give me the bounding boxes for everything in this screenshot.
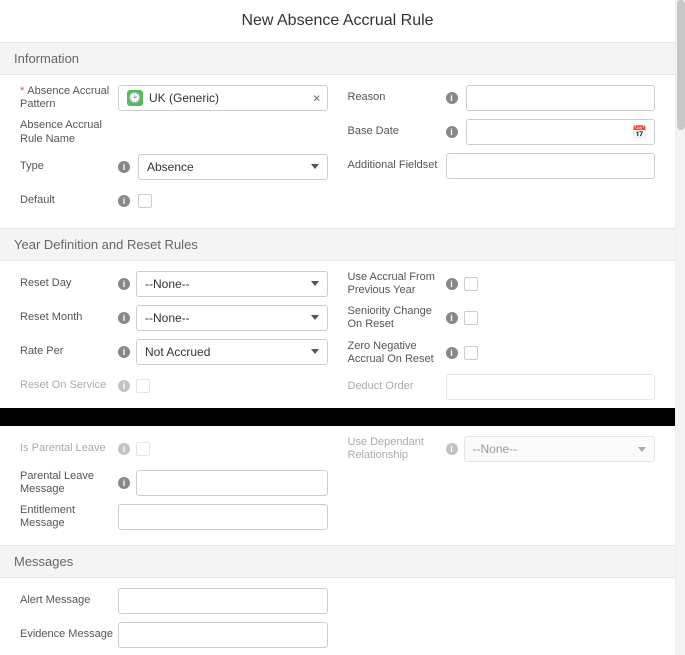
label-resetmonth: Reset Month [20,311,118,324]
label-seniority: Seniority Change On Reset [348,305,446,331]
entitlement-input[interactable] [118,504,328,530]
label-zeroneg: Zero Negative Accrual On Reset [348,340,446,366]
info-icon: i [118,443,130,455]
label-evidence: Evidence Message [20,628,118,641]
label-resetday: Reset Day [20,277,118,290]
label-entitlement: Entitlement Message [20,504,118,530]
label-type: Type [20,160,118,173]
info-icon[interactable]: i [118,312,130,324]
page-title: New Absence Accrual Rule [0,0,675,42]
pattern-value: UK (Generic) [149,91,219,105]
section-head-year: Year Definition and Reset Rules [0,228,675,261]
section-head-messages: Messages [0,545,675,578]
chevron-down-icon [311,164,319,169]
section-head-information: Information [0,42,675,75]
info-icon[interactable]: i [446,126,458,138]
resetonservice-checkbox [136,379,150,393]
info-icon[interactable]: i [118,477,130,489]
label-reason: Reason [348,91,446,104]
label-rateper: Rate Per [20,345,118,358]
clear-icon[interactable]: × [313,91,321,106]
scrollbar-thumb[interactable] [677,0,685,130]
clock-icon: 🕑 [127,90,143,106]
info-icon[interactable]: i [446,347,458,359]
info-icon[interactable]: i [446,278,458,290]
basedate-input[interactable] [466,119,656,145]
alertmsg-input[interactable] [118,588,328,614]
chevron-down-icon [311,281,319,286]
info-icon[interactable]: i [118,161,130,173]
info-icon: i [446,443,458,455]
label-resetonservice: Reset On Service [20,379,118,392]
chevron-down-icon [311,315,319,320]
label-deductorder: Deduct Order [348,380,446,393]
label-pattern: *Absence Accrual Pattern [20,85,118,111]
usedep-select: --None-- [464,436,656,462]
label-alert: Alert Message [20,594,118,607]
chevron-down-icon [638,447,646,452]
pattern-lookup[interactable]: 🕑 UK (Generic) × [118,85,328,111]
section-body-year: Reset Day i --None-- Reset Month i --Non… [0,261,675,408]
vertical-scrollbar[interactable] [675,0,685,655]
useaccrual-checkbox[interactable] [464,277,478,291]
zeroneg-checkbox[interactable] [464,346,478,360]
seniority-checkbox[interactable] [464,311,478,325]
rateper-select[interactable]: Not Accrued [136,339,328,365]
parentalmsg-input[interactable] [136,470,328,496]
section-body-messages: Alert Message Evidence Message Block Mes… [0,578,675,655]
label-rulename: Absence Accrual Rule Name [20,119,118,145]
info-icon: i [118,380,130,392]
composite-gap [0,408,675,426]
isparental-checkbox [136,442,150,456]
evidencemsg-input[interactable] [118,622,328,648]
resetmonth-select[interactable]: --None-- [136,305,328,331]
default-checkbox[interactable] [138,194,152,208]
chevron-down-icon [311,349,319,354]
info-icon[interactable]: i [118,195,130,207]
info-icon[interactable]: i [446,92,458,104]
addfield-input[interactable] [446,153,656,179]
label-default: Default [20,194,118,207]
label-addfield: Additional Fieldset [348,159,446,172]
deductorder-input [446,374,656,400]
reason-input[interactable] [466,85,656,111]
calendar-icon[interactable]: 📅 [632,125,647,139]
section-body-information: *Absence Accrual Pattern 🕑 UK (Generic) … [0,75,675,228]
label-isparental: Is Parental Leave [20,442,118,455]
info-icon[interactable]: i [118,278,130,290]
info-icon[interactable]: i [446,312,458,324]
label-useaccrual: Use Accrual From Previous Year [348,271,446,297]
label-parentalmsg: Parental Leave Message [20,470,118,496]
label-basedate: Base Date [348,125,446,138]
info-icon[interactable]: i [118,346,130,358]
label-usedep: Use Dependant Relationship [348,436,446,462]
section-body-parental: Is Parental Leave i Parental Leave Messa… [0,426,675,545]
type-select[interactable]: Absence [138,154,328,180]
resetday-select[interactable]: --None-- [136,271,328,297]
